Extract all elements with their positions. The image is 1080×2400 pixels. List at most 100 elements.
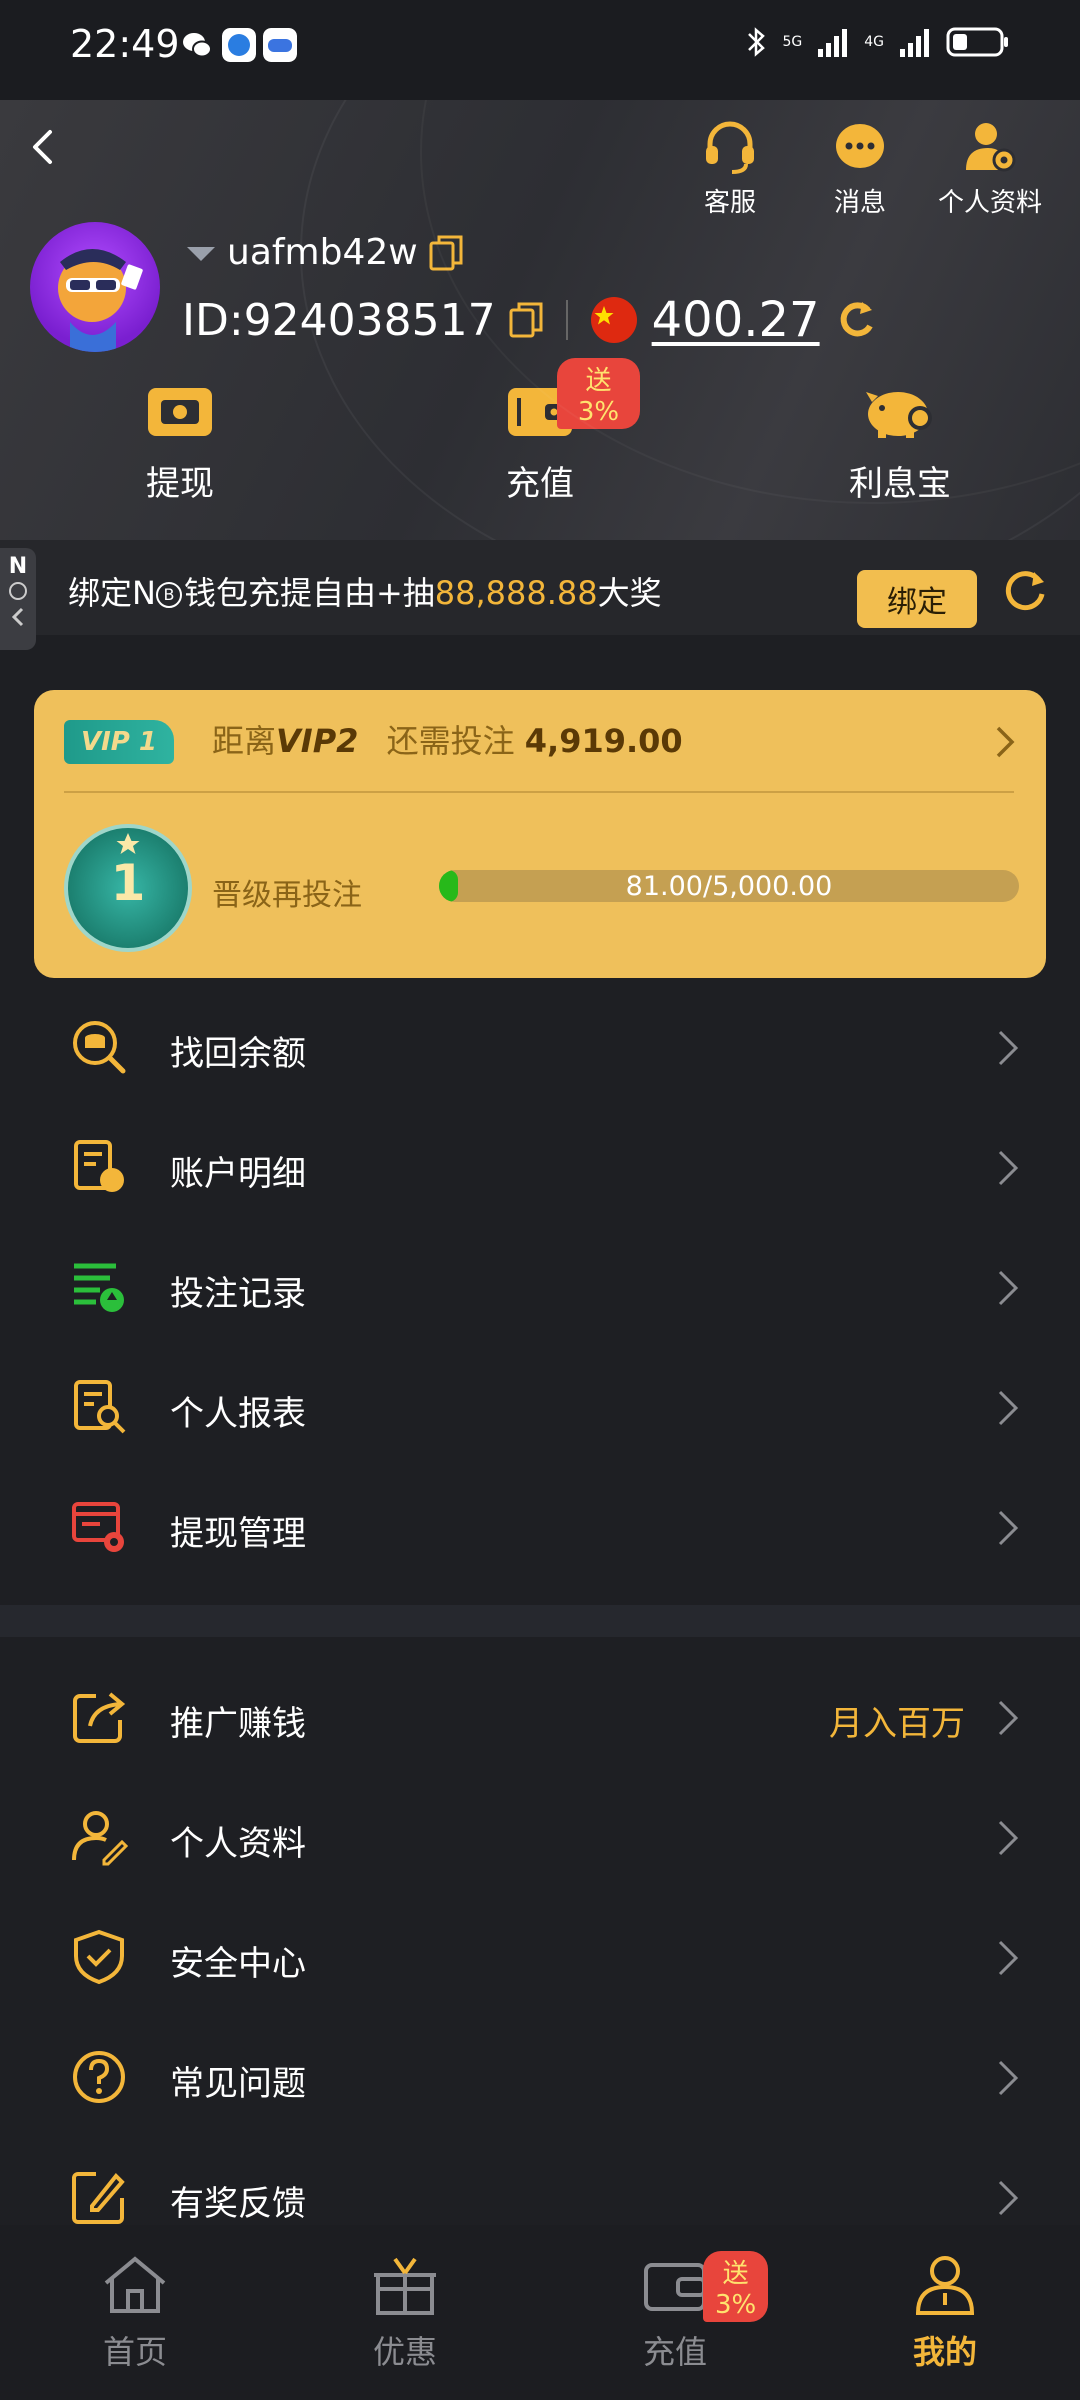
- vip-medal: 1: [64, 824, 192, 952]
- username: uafmb42w: [227, 232, 418, 273]
- menu-label: 个人报表: [170, 1394, 306, 1434]
- withdraw-icon: [148, 388, 212, 436]
- bind-button[interactable]: 绑定: [857, 570, 977, 628]
- menu-label: 账户明细: [170, 1154, 306, 1194]
- prize-amount: 88,888.88: [434, 574, 598, 612]
- bottom-navigation: 首页 优惠 充值 送3% 我的: [0, 2225, 1080, 2400]
- vip-level-badge: VIP 1: [64, 720, 174, 764]
- chevron-right-icon: [998, 1390, 1019, 1426]
- question-icon: [73, 2051, 125, 2103]
- menu-label: 安全中心: [170, 1944, 306, 1984]
- message-icon: [836, 124, 884, 168]
- signal-icon: [818, 29, 848, 57]
- copy-icon[interactable]: [508, 301, 544, 339]
- withdraw-settings-icon: [72, 1502, 124, 1552]
- menu-label: 找回余额: [170, 1034, 306, 1074]
- profile-button[interactable]: 个人资料: [930, 120, 1050, 219]
- game-app-icon: [263, 28, 297, 62]
- vip-text-prefix: 距离: [212, 722, 277, 760]
- nav-home[interactable]: 首页: [45, 2253, 225, 2373]
- menu-label: 推广赚钱: [170, 1704, 306, 1744]
- home-icon: [104, 2256, 166, 2313]
- chevron-right-icon: [998, 1940, 1019, 1976]
- refresh-icon[interactable]: [834, 298, 878, 342]
- wechat-icon: [183, 33, 212, 58]
- withdraw-button[interactable]: 提现: [80, 382, 280, 505]
- deposit-button[interactable]: 充值 送3%: [440, 358, 640, 505]
- vip-progress-card[interactable]: VIP 1 距离VIP2 还需投注 4,919.00 1 晋级再投注 81.00…: [34, 690, 1046, 978]
- share-icon: [73, 1692, 126, 1743]
- chevron-right-icon: [998, 2180, 1019, 2216]
- menu-item-account-details[interactable]: 账户明细: [0, 1110, 1080, 1230]
- diamond-rank-icon: [187, 246, 215, 261]
- report-search-icon: [74, 1380, 126, 1434]
- chevron-right-icon: [996, 726, 1015, 758]
- side-drawer-tab[interactable]: N: [0, 548, 36, 650]
- bet-record-icon: [74, 1263, 124, 1312]
- menu-label: 投注记录: [170, 1274, 306, 1314]
- promotion-label: 晋级再投注: [212, 878, 362, 913]
- menu-item-security-center[interactable]: 安全中心: [0, 1900, 1080, 2020]
- user-edit-icon: [72, 1811, 128, 1866]
- account-detail-icon: [74, 1140, 124, 1192]
- user-icon: [915, 2256, 975, 2315]
- nav-mine[interactable]: 我的: [855, 2253, 1035, 2373]
- messages-label: 消息: [833, 188, 886, 218]
- nav-label: 我的: [912, 2333, 977, 2371]
- nav-label: 首页: [102, 2333, 167, 2371]
- vip-progress-bar: 81.00/5,000.00: [439, 870, 1019, 902]
- messages-button[interactable]: 消息: [800, 120, 920, 219]
- side-tab-label: N: [8, 554, 28, 579]
- chevron-right-icon: [998, 2060, 1019, 2096]
- balance-amount[interactable]: 400.27: [652, 292, 820, 348]
- vip-medal-level: 1: [110, 854, 146, 912]
- gift-icon: [374, 2257, 436, 2315]
- vip-text-mid: 还需投注: [386, 722, 515, 760]
- headset-icon: [706, 121, 754, 174]
- menu-item-personal-report[interactable]: 个人报表: [0, 1350, 1080, 1470]
- menu-item-bet-records[interactable]: 投注记录: [0, 1230, 1080, 1350]
- nb-coin-icon: B: [155, 582, 182, 608]
- menu-label: 个人资料: [170, 1824, 306, 1864]
- wallet-icon: [644, 2263, 706, 2311]
- vip-target: VIP2: [276, 722, 359, 760]
- menu-item-withdraw-management[interactable]: 提现管理: [0, 1470, 1080, 1590]
- divider: [565, 300, 568, 340]
- network-4g-label: 4G: [864, 34, 884, 50]
- menu-item-recover-balance[interactable]: 找回余额: [0, 990, 1080, 1110]
- menu-item-personal-info[interactable]: 个人资料: [0, 1780, 1080, 1900]
- interest-treasure-button[interactable]: 利息宝: [800, 382, 1000, 505]
- avatar-character-image: [58, 249, 143, 352]
- interest-treasure-label: 利息宝: [849, 464, 951, 504]
- vip-required-amount: 4,919.00: [524, 722, 683, 760]
- deposit-label: 充值: [506, 464, 574, 504]
- profile-settings-icon: [966, 123, 1016, 172]
- status-indicators: 5G 4G: [744, 24, 1010, 60]
- copy-icon[interactable]: [428, 234, 464, 272]
- nav-deposit[interactable]: 充值 送3%: [585, 2251, 769, 2373]
- menu-item-faq[interactable]: 常见问题: [0, 2020, 1080, 2140]
- customer-service-button[interactable]: 客服: [670, 120, 790, 219]
- nav-promotions[interactable]: 优惠: [315, 2253, 495, 2373]
- vip-next-level-text: 距离VIP2 还需投注 4,919.00: [212, 716, 683, 762]
- bind-text-a: 绑定N: [68, 574, 156, 612]
- menu-label: 常见问题: [170, 2064, 306, 2104]
- bluetooth-icon: [748, 27, 766, 57]
- withdraw-label: 提现: [146, 464, 214, 504]
- refresh-icon[interactable]: [1000, 564, 1050, 614]
- bind-text-c: 大奖: [597, 574, 662, 612]
- menu-item-promotion-earn[interactable]: 推广赚钱 月入百万: [0, 1660, 1080, 1780]
- menu-label: 有奖反馈: [170, 2184, 306, 2224]
- back-arrow-icon[interactable]: [18, 122, 68, 172]
- profile-label: 个人资料: [937, 188, 1042, 218]
- avatar[interactable]: [30, 222, 160, 352]
- bind-text-b: 钱包充提自由+抽: [183, 574, 435, 612]
- bonus-badge: 送3%: [557, 358, 640, 429]
- coin-search-icon: [73, 1021, 126, 1074]
- star-icon: [116, 833, 140, 854]
- id-balance-row: ID:924038517 400.27: [182, 292, 878, 348]
- username-row: uafmb42w: [185, 232, 464, 273]
- section-divider: [0, 1605, 1080, 1637]
- nav-label: 优惠: [372, 2333, 437, 2371]
- status-time: 22:49: [70, 22, 180, 66]
